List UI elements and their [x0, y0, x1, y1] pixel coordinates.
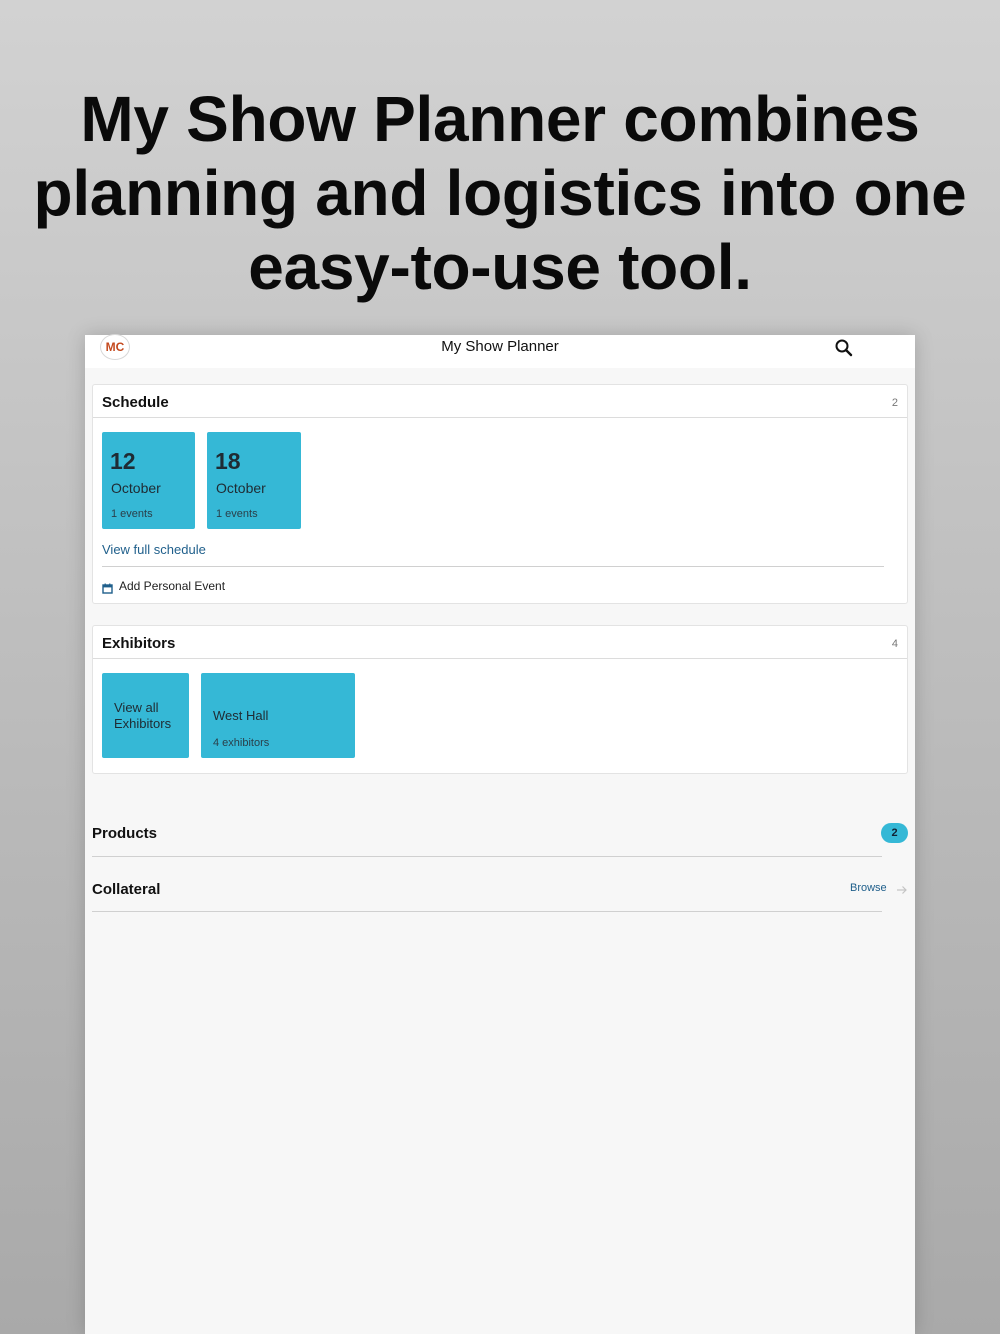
hall-tile[interactable]: West Hall 4 exhibitors [201, 673, 355, 758]
day-month: October [216, 480, 266, 496]
schedule-header: Schedule 2 [93, 385, 907, 418]
day-month: October [111, 480, 161, 496]
day-number: 18 [215, 448, 241, 474]
navigation-bar: MC My Show Planner [85, 334, 915, 368]
schedule-count: 2 [891, 397, 898, 409]
schedule-title: Schedule [102, 394, 169, 411]
view-full-schedule-link[interactable]: View full schedule [102, 542, 206, 557]
view-all-exhibitors-label: View all Exhibitors [114, 700, 172, 731]
exhibitors-card: Exhibitors 4 View all Exhibitors West Ha… [92, 625, 908, 774]
exhibitors-count: 4 [891, 638, 898, 650]
day-events-count: 1 events [216, 508, 258, 520]
hall-exhibitor-count: 4 exhibitors [213, 737, 270, 749]
browse-link[interactable]: Browse [850, 882, 887, 894]
collateral-title: Collateral [92, 881, 161, 898]
products-row[interactable]: Products 2 [92, 815, 908, 857]
app-screen: MC My Show Planner Schedule 2 12 October… [85, 334, 915, 1334]
day-events-count: 1 events [111, 508, 153, 520]
search-icon[interactable] [833, 337, 855, 359]
divider [92, 856, 882, 857]
schedule-day-tile[interactable]: 18 October 1 events [207, 432, 301, 529]
promo-headline: My Show Planner combines planning and lo… [33, 83, 967, 303]
exhibitors-title: Exhibitors [102, 635, 176, 652]
day-number: 12 [110, 448, 136, 474]
exhibitors-header: Exhibitors 4 [93, 626, 907, 659]
hall-name: West Hall [213, 708, 269, 723]
divider [102, 566, 884, 567]
add-personal-event-label: Add Personal Event [119, 579, 226, 593]
divider [92, 911, 882, 912]
arrow-right-icon[interactable] [896, 883, 908, 895]
schedule-day-tile[interactable]: 12 October 1 events [102, 432, 195, 529]
app-title: My Show Planner [441, 338, 559, 355]
calendar-icon [102, 581, 113, 594]
products-title: Products [92, 825, 158, 842]
products-count-badge: 2 [881, 823, 908, 843]
view-all-exhibitors-tile[interactable]: View all Exhibitors [102, 673, 189, 758]
collateral-row[interactable]: Collateral Browse [92, 871, 908, 913]
schedule-card: Schedule 2 12 October 1 events 18 Octobe… [92, 384, 908, 604]
